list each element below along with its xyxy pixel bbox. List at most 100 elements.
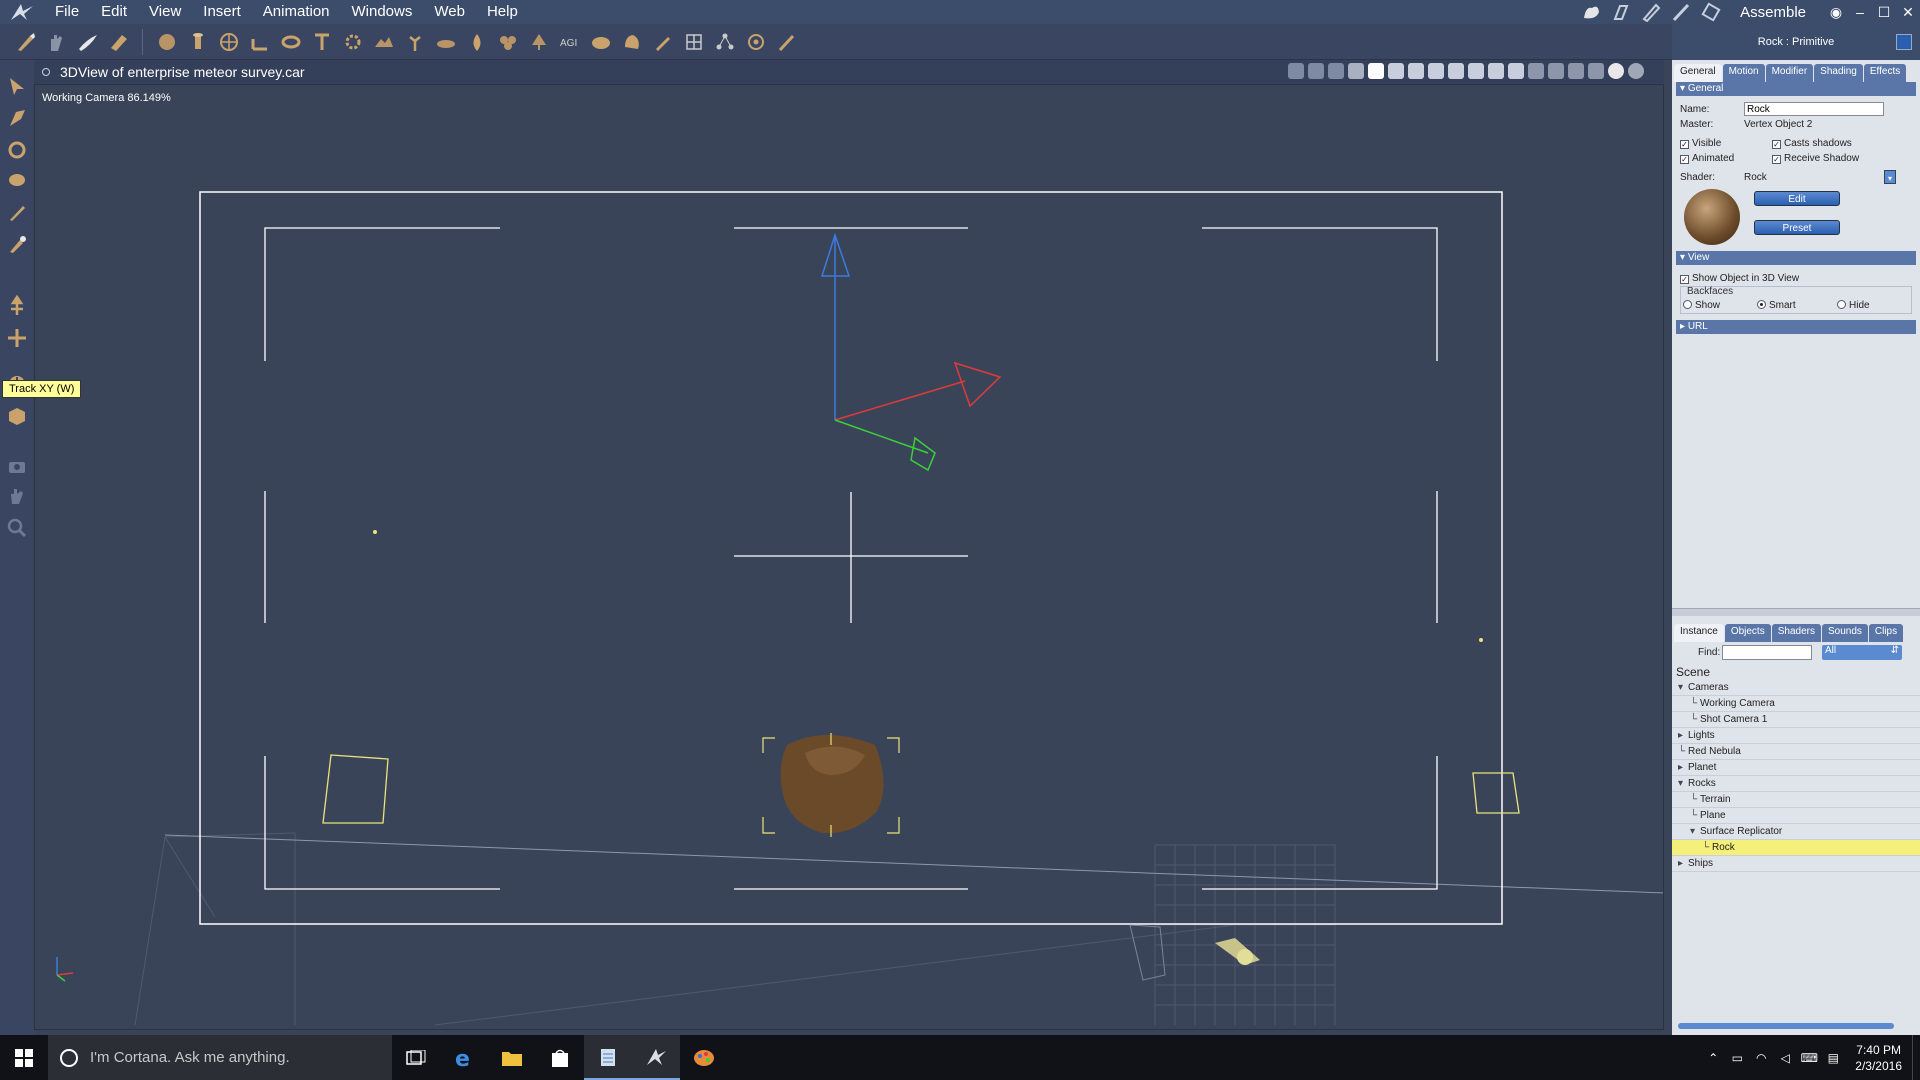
notifications-icon[interactable]: ▤ (1821, 1035, 1845, 1080)
axis-icon[interactable] (1328, 63, 1344, 79)
tab-shaders[interactable]: Shaders (1771, 624, 1821, 642)
receive-shadow-checkbox[interactable]: ✓ Receive Shadow (1772, 151, 1859, 166)
store-icon[interactable] (536, 1035, 584, 1080)
eye-icon[interactable]: ◉ (1824, 4, 1848, 21)
start-button[interactable] (0, 1035, 48, 1080)
flat-cube-icon[interactable] (1588, 63, 1604, 79)
section-view[interactable]: ▾ View (1676, 251, 1916, 265)
expand-closed-icon[interactable]: ▸ (1678, 760, 1688, 776)
menu-edit[interactable]: Edit (90, 0, 138, 24)
file-explorer-icon[interactable] (488, 1035, 536, 1080)
tab-modifier[interactable]: Modifier (1765, 64, 1814, 82)
render-sphere-icon[interactable] (1628, 63, 1644, 79)
flame-icon[interactable] (461, 27, 492, 57)
scene-canvas[interactable] (35, 85, 1664, 1030)
select-arrow-icon[interactable] (3, 72, 31, 100)
room-texture-icon[interactable] (1666, 0, 1696, 24)
backface-show-radio[interactable]: Show (1683, 300, 1720, 311)
shaded-sphere-icon[interactable] (1608, 63, 1624, 79)
nodes-icon[interactable] (709, 27, 740, 57)
3d-viewport[interactable]: Working Camera 86.149% (34, 84, 1664, 1030)
menu-animation[interactable]: Animation (252, 0, 341, 24)
tree-item[interactable]: ▸ Lights (1672, 728, 1920, 744)
pen-icon[interactable] (647, 27, 678, 57)
eyedropper-icon[interactable] (3, 230, 31, 258)
tab-instance[interactable]: Instance (1674, 624, 1724, 642)
battery-icon[interactable]: ▭ (1725, 1035, 1749, 1080)
paint-icon[interactable] (72, 27, 103, 57)
layout-split-h-icon[interactable] (1388, 63, 1404, 79)
tab-clips[interactable]: Clips (1868, 624, 1904, 642)
lamp-icon[interactable] (1308, 63, 1324, 79)
expand-open-icon[interactable]: ▾ (1678, 680, 1688, 696)
layout-triple-icon[interactable] (1428, 63, 1444, 79)
brush-tool-icon[interactable] (3, 198, 31, 226)
tree-icon[interactable] (523, 27, 554, 57)
nav-icon[interactable] (1528, 63, 1544, 79)
menu-help[interactable]: Help (476, 0, 529, 24)
tree-item[interactable]: ▾ Surface Replicator (1672, 824, 1920, 840)
torus-icon[interactable] (275, 27, 306, 57)
tree-item[interactable]: ▸ Planet (1672, 760, 1920, 776)
layout-single-icon[interactable] (1368, 63, 1384, 79)
backface-smart-radio[interactable]: Smart (1757, 300, 1796, 311)
tab-effects[interactable]: Effects (1863, 64, 1907, 82)
minimize-button[interactable]: – (1848, 4, 1872, 20)
notepad-icon[interactable] (584, 1035, 632, 1080)
shield-icon[interactable] (1468, 63, 1484, 79)
edge-icon[interactable]: e (440, 1035, 488, 1080)
name-field[interactable] (1744, 102, 1884, 116)
chevron-up-icon[interactable]: ⌃ (1701, 1035, 1725, 1080)
tree-item[interactable]: └ Plane (1672, 808, 1920, 824)
browser-scrollbar[interactable] (1678, 1023, 1894, 1029)
menu-windows[interactable]: Windows (341, 0, 424, 24)
camera-control-icon[interactable] (1348, 63, 1364, 79)
zoom-icon[interactable] (3, 514, 31, 542)
shield-2-icon[interactable] (1488, 63, 1504, 79)
tab-general[interactable]: General (1674, 64, 1722, 82)
tree-item[interactable]: └ Working Camera (1672, 696, 1920, 712)
filter-dropdown[interactable]: All ⇵ (1822, 645, 1902, 660)
terrain-icon[interactable] (368, 27, 399, 57)
menu-insert[interactable]: Insert (192, 0, 252, 24)
agi-icon[interactable]: AGI (554, 27, 585, 57)
view-menu-icon[interactable] (42, 68, 50, 76)
expand-closed-icon[interactable]: ▸ (1678, 856, 1688, 872)
move-y-icon[interactable] (3, 292, 31, 320)
tree-item[interactable]: └ Red Nebula (1672, 744, 1920, 760)
shader-dropdown-icon[interactable]: ▾ (1884, 170, 1896, 184)
cortana-search[interactable]: I'm Cortana. Ask me anything. (48, 1035, 392, 1080)
find-input[interactable] (1722, 645, 1812, 660)
pan-hand-icon[interactable] (3, 482, 31, 510)
tab-motion[interactable]: Motion (1722, 64, 1765, 82)
sphere-icon[interactable] (151, 27, 182, 57)
tab-objects[interactable]: Objects (1724, 624, 1771, 642)
carrara-taskbar-icon[interactable] (632, 1035, 680, 1080)
pin-icon[interactable] (1896, 34, 1912, 50)
dotted-sphere-icon[interactable] (1548, 63, 1564, 79)
show-desktop-button[interactable] (1912, 1035, 1920, 1080)
direct-select-icon[interactable] (3, 104, 31, 132)
keyboard-icon[interactable]: ⌨ (1797, 1035, 1821, 1080)
camera-icon[interactable] (3, 452, 31, 480)
target-icon[interactable] (740, 27, 771, 57)
wand-icon[interactable] (771, 27, 802, 57)
scale-icon[interactable] (3, 166, 31, 194)
hand-icon[interactable] (41, 27, 72, 57)
layout-split-v-icon[interactable] (1408, 63, 1424, 79)
section-general[interactable]: ▾ General (1676, 82, 1916, 96)
globe-icon[interactable] (213, 27, 244, 57)
tree-item[interactable]: └ Terrain (1672, 792, 1920, 808)
sculpt-icon[interactable] (103, 27, 134, 57)
expand-open-icon[interactable]: ▾ (1678, 776, 1688, 792)
wire-cube-icon[interactable] (1568, 63, 1584, 79)
backface-hide-radio[interactable]: Hide (1837, 300, 1870, 311)
clock[interactable]: 7:40 PM 2/3/2016 (1845, 1042, 1912, 1074)
cluster-icon[interactable] (492, 27, 523, 57)
room-storyboard-icon[interactable] (1636, 0, 1666, 24)
brush-icon[interactable] (10, 27, 41, 57)
menu-view[interactable]: View (138, 0, 192, 24)
preset-button[interactable]: Preset (1754, 220, 1840, 235)
task-view-icon[interactable] (392, 1035, 440, 1080)
app-logo-icon[interactable] (0, 0, 44, 24)
